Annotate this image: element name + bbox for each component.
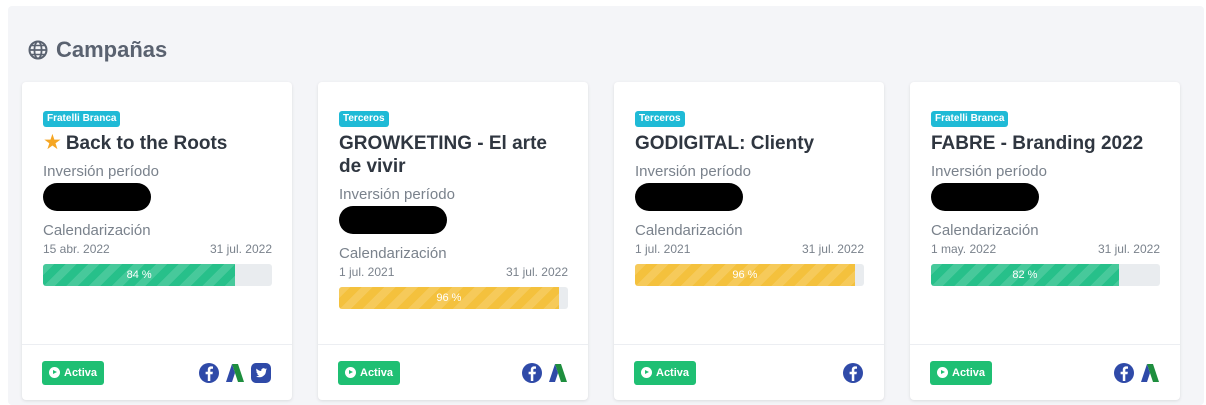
- facebook-icon: [843, 362, 863, 383]
- campaign-card[interactable]: Terceros GODIGITAL: Clienty Inversión pe…: [614, 82, 884, 400]
- redacted-value: [635, 183, 743, 211]
- facebook-icon: [1114, 362, 1134, 383]
- status-label: Activa: [360, 366, 394, 379]
- schedule-label: Calendarización: [931, 222, 1039, 239]
- progress-bar: 96 %: [635, 264, 864, 286]
- star-icon[interactable]: ★: [43, 132, 62, 154]
- campaign-title[interactable]: GROWKETING - El arte de vivir: [339, 132, 568, 178]
- schedule-dates: 1 may. 2022 31 jul. 2022: [931, 242, 1160, 256]
- campaign-title-text[interactable]: FABRE - Branding 2022: [931, 132, 1143, 155]
- start-date: 1 jul. 2021: [635, 242, 691, 256]
- investment-label: Inversión período: [931, 163, 1047, 180]
- start-date: 1 jul. 2021: [339, 265, 395, 279]
- progress-label: 84 %: [126, 269, 152, 281]
- progress-fill: 96 %: [339, 287, 559, 309]
- progress-label: 96 %: [436, 292, 462, 304]
- play-circle-icon: [641, 367, 652, 378]
- end-date: 31 jul. 2022: [505, 265, 568, 279]
- end-date: 31 jul. 2022: [801, 242, 864, 256]
- schedule-label: Calendarización: [635, 222, 743, 239]
- twitter-icon: [251, 362, 271, 383]
- active-status-button[interactable]: Activa: [42, 360, 105, 385]
- google-ads-icon: [1141, 363, 1159, 382]
- start-date: 15 abr. 2022: [43, 242, 110, 256]
- platform-icons: [1113, 362, 1160, 384]
- schedule-label: Calendarización: [339, 245, 447, 262]
- campaign-card[interactable]: Fratelli Branca ★ Back to the Roots Inve…: [22, 82, 292, 400]
- progress-fill: 82 %: [931, 264, 1119, 286]
- investment-label: Inversión período: [43, 163, 159, 180]
- google-ads-icon: [226, 363, 244, 382]
- active-status-button[interactable]: Activa: [930, 360, 993, 385]
- client-badge: Fratelli Branca: [931, 111, 1009, 127]
- client-badge: Fratelli Branca: [43, 111, 121, 127]
- campaign-card[interactable]: Fratelli Branca FABRE - Branding 2022 In…: [910, 82, 1180, 400]
- redacted-value: [339, 206, 447, 234]
- platform-icons: [842, 362, 864, 384]
- start-date: 1 may. 2022: [931, 242, 997, 256]
- investment-label: Inversión período: [339, 186, 455, 203]
- section-title-text: Campañas: [56, 37, 168, 62]
- end-date: 31 jul. 2022: [209, 242, 272, 256]
- facebook-icon: [199, 362, 219, 383]
- schedule-label: Calendarización: [43, 222, 151, 239]
- active-status-button[interactable]: Activa: [634, 360, 697, 385]
- play-circle-icon: [937, 367, 948, 378]
- globe-icon: [28, 40, 48, 60]
- progress-fill: 96 %: [635, 264, 855, 286]
- platform-icons: [521, 362, 568, 384]
- campaign-title[interactable]: FABRE - Branding 2022: [931, 132, 1160, 155]
- redacted-value: [931, 183, 1039, 211]
- status-label: Activa: [952, 366, 986, 379]
- progress-bar: 84 %: [43, 264, 272, 286]
- end-date: 31 jul. 2022: [1097, 242, 1160, 256]
- progress-label: 96 %: [732, 269, 758, 281]
- progress-fill: 84 %: [43, 264, 236, 286]
- schedule-dates: 1 jul. 2021 31 jul. 2022: [635, 242, 864, 256]
- active-status-button[interactable]: Activa: [338, 360, 401, 385]
- progress-label: 82 %: [1012, 269, 1038, 281]
- schedule-dates: 15 abr. 2022 31 jul. 2022: [43, 242, 272, 256]
- client-badge: Terceros: [339, 111, 389, 127]
- play-circle-icon: [49, 367, 60, 378]
- facebook-icon: [522, 362, 542, 383]
- campaign-title-text[interactable]: GODIGITAL: Clienty: [635, 132, 814, 155]
- platform-icons: [198, 362, 272, 384]
- google-ads-icon: [549, 363, 567, 382]
- progress-bar: 96 %: [339, 287, 568, 309]
- campaign-title-text[interactable]: GROWKETING - El arte de vivir: [339, 132, 568, 178]
- campaign-title-text[interactable]: Back to the Roots: [66, 132, 228, 155]
- redacted-value: [43, 183, 151, 211]
- status-label: Activa: [64, 366, 98, 379]
- status-label: Activa: [656, 366, 690, 379]
- play-circle-icon: [345, 367, 356, 378]
- section-title: Campañas: [28, 36, 167, 64]
- client-badge: Terceros: [635, 111, 685, 127]
- campaign-title[interactable]: ★ Back to the Roots: [43, 132, 272, 155]
- progress-bar: 82 %: [931, 264, 1160, 286]
- campaign-title[interactable]: GODIGITAL: Clienty: [635, 132, 864, 155]
- schedule-dates: 1 jul. 2021 31 jul. 2022: [339, 265, 568, 279]
- investment-label: Inversión período: [635, 163, 751, 180]
- campaign-card[interactable]: Terceros GROWKETING - El arte de vivir I…: [318, 82, 588, 400]
